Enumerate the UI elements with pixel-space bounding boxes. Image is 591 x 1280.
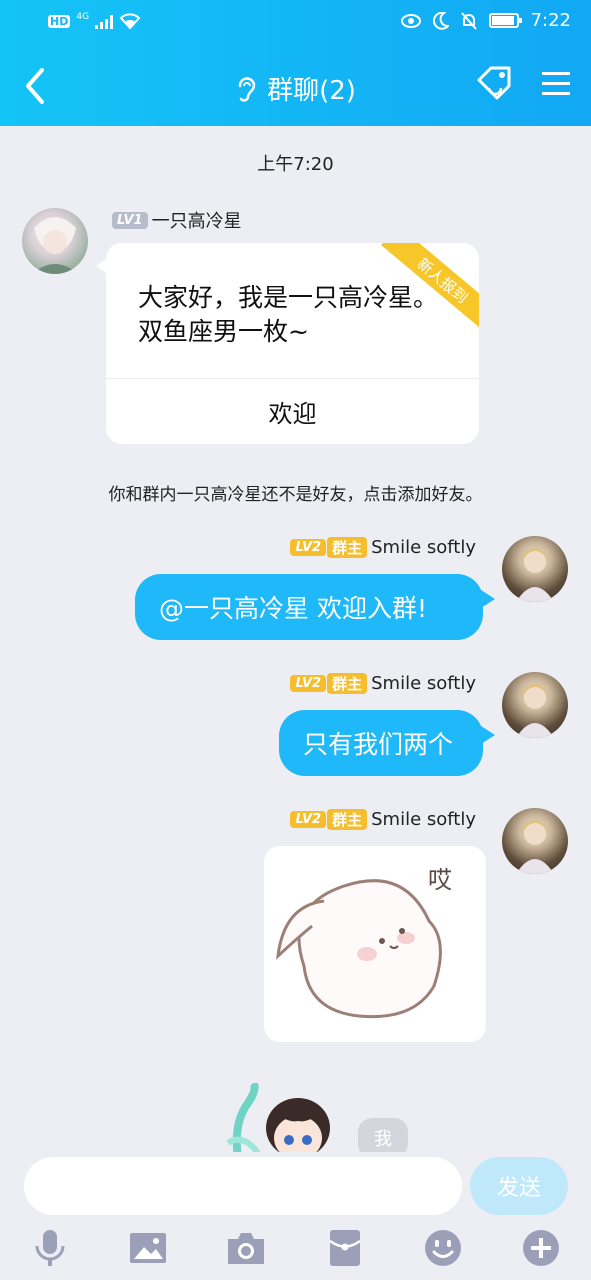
sender-name[interactable]: Smile softly bbox=[371, 673, 476, 694]
message-bubble[interactable]: 只有我们两个 bbox=[279, 710, 483, 776]
level-badge: LV1 bbox=[112, 211, 148, 229]
microphone-icon[interactable] bbox=[30, 1228, 70, 1268]
newcomer-message: 大家好，我是一只高冷星。双鱼座男一枚~ bbox=[138, 283, 439, 346]
bubble-tail bbox=[481, 590, 495, 608]
red-packet-icon[interactable] bbox=[325, 1228, 365, 1268]
send-button[interactable]: 发送 bbox=[470, 1157, 568, 1215]
bubble-tail bbox=[481, 726, 495, 744]
sender-name[interactable]: 一只高冷星 bbox=[152, 207, 242, 233]
level-badge: LV2 bbox=[290, 539, 327, 556]
camera-icon[interactable] bbox=[226, 1228, 266, 1268]
menu-icon[interactable] bbox=[541, 70, 571, 98]
sender-avatar[interactable] bbox=[22, 208, 88, 274]
toolbar bbox=[0, 1228, 591, 1274]
sender-name-row: LV2 群主 Smile softly bbox=[290, 537, 476, 558]
message-bubble[interactable]: @一只高冷星 欢迎入群! bbox=[135, 574, 483, 640]
newcomer-card: 新人报到 大家好，我是一只高冷星。双鱼座男一枚~ 欢迎 bbox=[106, 243, 479, 444]
eye-icon bbox=[400, 13, 421, 28]
ear-icon[interactable] bbox=[235, 74, 257, 104]
level-badge: LV2 bbox=[290, 675, 327, 692]
my-avatar[interactable] bbox=[502, 808, 568, 874]
sender-name-row: LV1 一只高冷星 bbox=[112, 207, 242, 233]
my-avatar[interactable] bbox=[502, 536, 568, 602]
app-header: HD 4G 7:22 群聊(2) bbox=[0, 0, 591, 126]
message-text: 只有我们两个 bbox=[303, 730, 454, 759]
welcome-button[interactable]: 欢迎 bbox=[106, 379, 479, 444]
moon-icon bbox=[432, 11, 449, 30]
signal-icon bbox=[95, 13, 114, 29]
owner-badge: 群主 bbox=[327, 673, 368, 694]
battery-icon bbox=[488, 13, 522, 28]
sticker-message[interactable]: 哎 bbox=[264, 846, 486, 1042]
sticker-text: 哎 bbox=[428, 866, 452, 894]
network-label: 4G bbox=[76, 12, 90, 22]
hd-badge: HD bbox=[48, 14, 71, 28]
image-icon[interactable] bbox=[128, 1228, 168, 1268]
sender-name-row: LV2 群主 Smile softly bbox=[290, 673, 476, 694]
status-bar: HD 4G 7:22 bbox=[0, 0, 591, 44]
wifi-icon bbox=[119, 13, 141, 30]
status-time: 7:22 bbox=[530, 10, 571, 31]
mute-bell-icon bbox=[460, 11, 477, 30]
owner-badge: 群主 bbox=[327, 537, 368, 558]
bunny-sticker-icon: 哎 bbox=[276, 866, 452, 1019]
plus-icon[interactable] bbox=[521, 1228, 561, 1268]
owner-badge: 群主 bbox=[327, 809, 368, 830]
message-input[interactable] bbox=[24, 1157, 462, 1215]
sender-name[interactable]: Smile softly bbox=[371, 537, 476, 558]
message-text: @一只高冷星 欢迎入群! bbox=[159, 594, 427, 623]
input-bar: 发送 bbox=[0, 1152, 591, 1280]
group-tag-icon[interactable] bbox=[475, 66, 515, 102]
my-avatar[interactable] bbox=[502, 672, 568, 738]
sender-name-row: LV2 群主 Smile softly bbox=[290, 809, 476, 830]
add-friend-notice[interactable]: 你和群内一只高冷星还不是好友，点击添加好友。 bbox=[0, 480, 591, 505]
page-title: 群聊(2) bbox=[267, 76, 356, 106]
emoji-icon[interactable] bbox=[423, 1228, 463, 1268]
level-badge: LV2 bbox=[290, 811, 327, 828]
message-timestamp: 上午7:20 bbox=[257, 154, 334, 175]
floating-character[interactable] bbox=[218, 1083, 338, 1158]
sender-name[interactable]: Smile softly bbox=[371, 809, 476, 830]
